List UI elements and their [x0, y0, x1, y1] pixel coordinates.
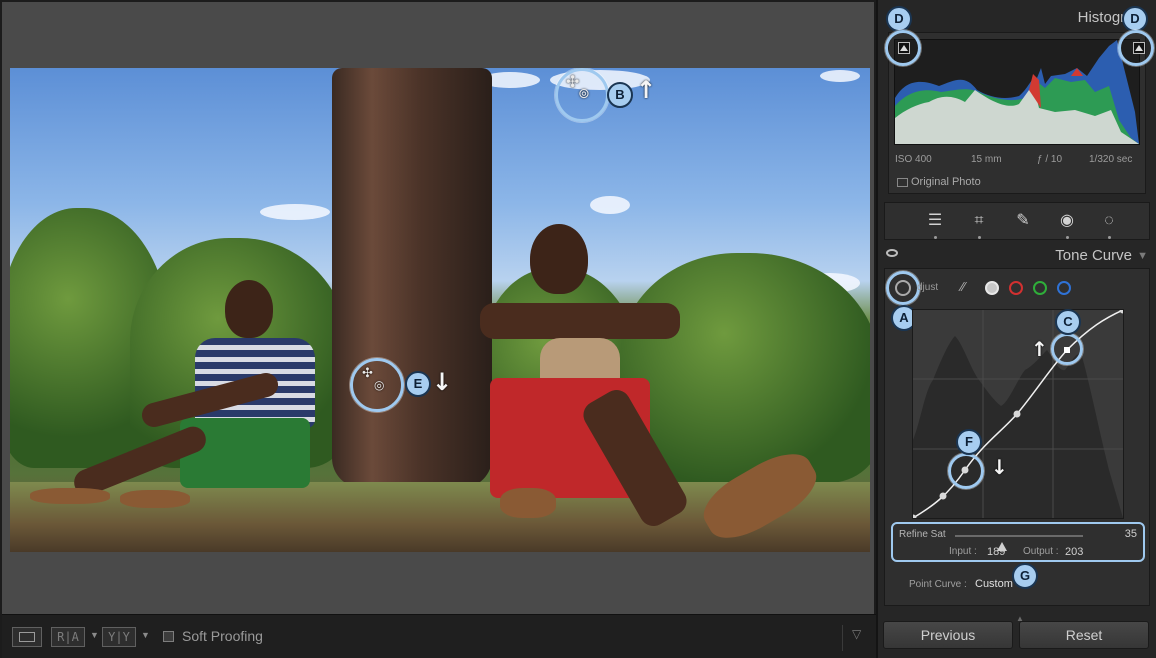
chevron-down-icon[interactable]: ▼ [141, 630, 150, 640]
arrow-down-icon: ↓ [432, 368, 453, 396]
person-left [30, 278, 330, 508]
target-point-icon: ◎ [374, 378, 385, 392]
person-head [530, 224, 588, 294]
soft-proofing-label: Soft Proofing [182, 628, 263, 644]
refine-sat-label: Refine Sat [899, 529, 946, 540]
person-sandal [500, 488, 556, 518]
refine-sat-value[interactable]: 35 [1125, 528, 1137, 540]
red-channel[interactable] [1009, 281, 1023, 295]
person-right [470, 218, 840, 551]
arrow-up-icon: ↑ [636, 76, 657, 104]
target-updown-icon: ⊚ [578, 86, 590, 102]
toolbar-menu-icon[interactable]: ▽ [852, 627, 861, 641]
target-marker-a [886, 271, 920, 305]
before-after-lr-button[interactable]: R|A [51, 627, 85, 647]
annotation-badge-d-right: D [1122, 6, 1148, 32]
output-value[interactable]: 203 [1065, 546, 1083, 558]
person-arm [480, 303, 680, 339]
point-curve-label: Point Curve : [909, 579, 967, 590]
tree-trunk [332, 68, 492, 488]
cloud [260, 204, 330, 220]
person-sandal [694, 441, 826, 551]
bottom-toolbar: R|A ▼ Y|Y ▼ Soft Proofing ▽ [2, 614, 878, 658]
target-adjust-icon[interactable]: ✣ [362, 366, 373, 381]
soft-proofing-checkbox[interactable] [163, 631, 174, 642]
arrow-down-icon: ↓ [991, 455, 1008, 479]
annotation-badge-g: G [1012, 563, 1038, 589]
loupe-view-button[interactable] [12, 627, 42, 647]
tool-strip: ☰ ⌗ ✎ ◉ ◌ [884, 202, 1150, 240]
right-panel: Histogram D D ISO 400 15 mm ƒ / 10 1/320… [876, 0, 1156, 658]
arrow-up-icon: ↑ [1031, 337, 1048, 361]
green-channel[interactable] [1033, 281, 1047, 295]
point-curve-select[interactable]: Custom [975, 578, 1013, 590]
cloud [820, 70, 860, 82]
annotation-badge-d-left: D [886, 6, 912, 32]
original-photo-label: Original Photo [911, 176, 981, 188]
tone-curve-title[interactable]: Tone Curve [1055, 247, 1132, 264]
exif-focal-length: 15 mm [971, 154, 1002, 165]
refine-saturation-group: Refine Sat 35 Input : 189 Output : 203 [891, 522, 1145, 562]
tone-curve-svg [909, 306, 1127, 522]
target-marker-d-right [1118, 30, 1154, 66]
target-marker-f [948, 453, 984, 489]
histogram-plot [894, 39, 1140, 145]
eye-icon[interactable] [886, 249, 898, 257]
output-label: Output : [1023, 546, 1059, 557]
input-value[interactable]: 189 [987, 546, 1005, 558]
target-marker-d-left [885, 30, 921, 66]
tone-curve-header[interactable]: Tone Curve ▼ [878, 246, 1156, 266]
refine-sat-slider[interactable] [955, 535, 1083, 551]
target-marker-c [1051, 333, 1083, 365]
redeye-icon[interactable]: ◉ [1055, 209, 1079, 233]
point-curve-channel[interactable] [985, 281, 999, 295]
chevron-down-icon[interactable]: ▼ [90, 630, 99, 640]
radial-mask-icon[interactable]: ◌ [1097, 209, 1121, 233]
sliders-icon[interactable]: ☰ [923, 209, 947, 233]
lightroom-develop-window: ✣ ⊚ B ↑ ✣ ◎ E ↓ R|A ▼ Y|Y ▼ Soft Proofin… [0, 0, 1156, 658]
exif-shutter: 1/320 sec [1089, 154, 1133, 165]
original-photo-checkbox[interactable] [897, 178, 908, 187]
toolbar-divider [842, 625, 843, 651]
photo-workspace: ✣ ⊚ B ↑ ✣ ◎ E ↓ R|A ▼ Y|Y ▼ Soft Proofin… [0, 0, 878, 658]
tone-curve-graph[interactable] [909, 306, 1127, 522]
histogram-graph [895, 40, 1139, 144]
before-after-tb-button[interactable]: Y|Y [102, 627, 136, 647]
photo-canvas[interactable]: ✣ ⊚ B ↑ ✣ ◎ E ↓ [10, 68, 870, 552]
crop-icon[interactable]: ⌗ [967, 209, 991, 233]
tool-indicator [1066, 236, 1069, 239]
annotation-badge-e: E [405, 371, 431, 397]
exif-iso: ISO 400 [895, 154, 932, 165]
reset-button[interactable]: Reset [1019, 621, 1149, 649]
input-label: Input : [949, 546, 977, 557]
blue-channel[interactable] [1057, 281, 1071, 295]
person-sandal [120, 490, 190, 508]
previous-button[interactable]: Previous [883, 621, 1013, 649]
adjust-label: djust [917, 282, 939, 293]
annotation-badge-b: B [607, 82, 633, 108]
annotation-badge-f: F [956, 429, 982, 455]
parametric-channel-icon[interactable]: ⁄⁄ [961, 279, 977, 295]
exif-aperture: ƒ / 10 [1037, 154, 1063, 165]
annotation-badge-c: C [1055, 309, 1081, 335]
histogram-panel: ISO 400 15 mm ƒ / 10 1/320 sec Original … [885, 30, 1154, 194]
loupe-icon [19, 632, 35, 642]
eraser-icon[interactable]: ✎ [1011, 209, 1035, 233]
tool-indicator [934, 236, 937, 239]
cloud [590, 196, 630, 214]
tool-indicator [1108, 236, 1111, 239]
tool-indicator [978, 236, 981, 239]
tone-curve-panel: djust A ⁄⁄ C ↑ F ↓ Refine Sat 35 Input:… [884, 268, 1150, 606]
collapse-triangle-icon[interactable]: ▼ [1137, 250, 1148, 262]
person-head [225, 280, 273, 338]
person-sandal [30, 488, 110, 504]
